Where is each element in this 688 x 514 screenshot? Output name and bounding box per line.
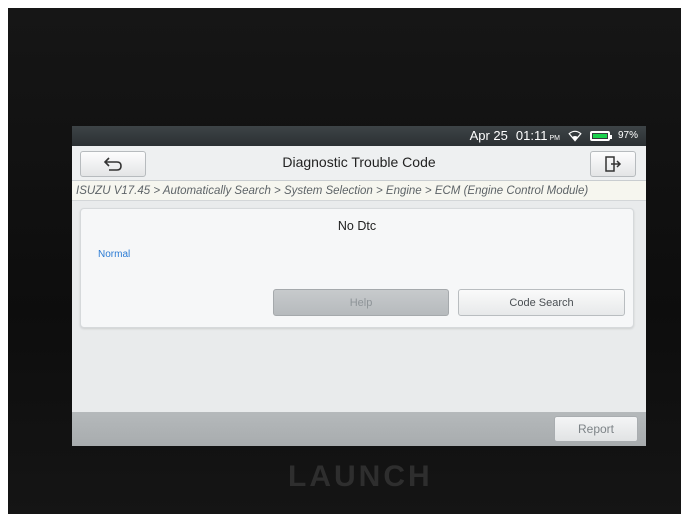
status-ampm: PM xyxy=(549,135,560,142)
title-bar: Diagnostic Trouble Code xyxy=(72,146,646,181)
help-button[interactable]: Help xyxy=(273,289,449,316)
wifi-icon xyxy=(568,130,582,142)
code-search-button[interactable]: Code Search xyxy=(458,289,625,316)
battery-fill xyxy=(592,133,607,138)
exit-button[interactable] xyxy=(590,151,636,177)
battery-icon xyxy=(589,130,612,141)
status-time: 01:11 xyxy=(515,128,548,143)
system-status: Normal xyxy=(98,249,131,260)
status-right: Apr 25 01:11 PM 97% xyxy=(470,128,638,143)
breadcrumb: ISUZU V17.45 > Automatically Search > Sy… xyxy=(72,181,646,201)
battery-percent: 97% xyxy=(617,130,638,141)
status-bar: Apr 25 01:11 PM 97% xyxy=(72,126,646,146)
report-button[interactable]: Report xyxy=(554,416,638,442)
status-date: Apr 25 xyxy=(469,128,508,143)
device-brand-logo: LAUNCH xyxy=(288,460,433,493)
bottom-toolbar: Report xyxy=(72,412,646,446)
device-screen: Apr 25 01:11 PM 97% Diagnostic Trouble C… xyxy=(72,126,646,446)
page-title: Diagnostic Trouble Code xyxy=(282,154,436,170)
exit-icon xyxy=(605,156,622,172)
tablet-device: Apr 25 01:11 PM 97% Diagnostic Trouble C… xyxy=(8,8,681,514)
dtc-result-panel: No Dtc Normal Help Code Search xyxy=(80,208,634,328)
status-time-group: 01:11 PM xyxy=(516,128,560,143)
dtc-message: No Dtc xyxy=(337,219,377,233)
